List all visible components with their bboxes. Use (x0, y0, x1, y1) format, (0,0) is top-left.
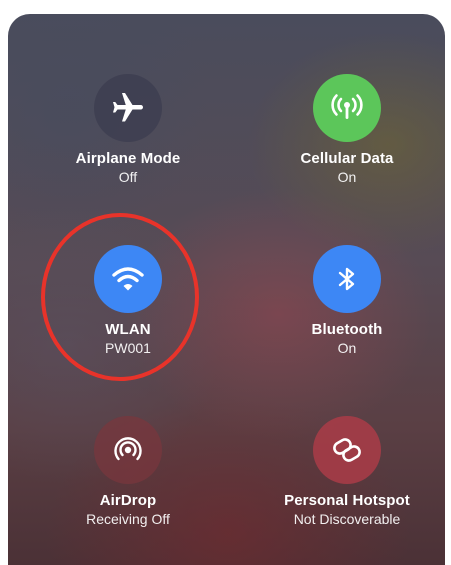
cellular-data-tile[interactable]: Cellular Data On (257, 74, 437, 186)
personal-hotspot-label: Personal Hotspot (284, 492, 410, 509)
cellular-antenna-icon (331, 94, 363, 119)
cellular-data-label: Cellular Data (300, 150, 394, 167)
airdrop-icon (114, 437, 142, 461)
wlan-label: WLAN (105, 321, 151, 338)
wifi-icon (112, 267, 144, 291)
personal-hotspot-status: Not Discoverable (293, 511, 401, 527)
bluetooth-button[interactable] (313, 245, 381, 313)
airdrop-label: AirDrop (99, 492, 157, 509)
wlan-button[interactable] (94, 245, 162, 313)
airplane-mode-tile[interactable]: Airplane Mode Off (38, 74, 218, 186)
bluetooth-icon (338, 267, 355, 291)
bluetooth-label: Bluetooth (311, 321, 383, 338)
connectivity-panel: Airplane Mode Off Cellular Data On WLAN … (8, 14, 445, 565)
airplane-mode-label: Airplane Mode (75, 150, 181, 167)
cellular-data-status: On (337, 169, 357, 185)
cellular-data-button[interactable] (313, 74, 381, 142)
airplane-icon (113, 93, 143, 122)
wlan-network-name: PW001 (105, 340, 151, 356)
wlan-tile[interactable]: WLAN PW001 (38, 245, 218, 357)
bluetooth-tile[interactable]: Bluetooth On (257, 245, 437, 357)
airplane-mode-status: Off (118, 169, 138, 185)
personal-hotspot-tile[interactable]: Personal Hotspot Not Discoverable (257, 416, 437, 528)
personal-hotspot-button[interactable] (313, 416, 381, 484)
hotspot-link-icon (333, 438, 361, 462)
airdrop-button[interactable] (94, 416, 162, 484)
airdrop-status: Receiving Off (86, 511, 170, 527)
bluetooth-status: On (337, 340, 357, 356)
airplane-mode-button[interactable] (94, 74, 162, 142)
airdrop-tile[interactable]: AirDrop Receiving Off (38, 416, 218, 528)
